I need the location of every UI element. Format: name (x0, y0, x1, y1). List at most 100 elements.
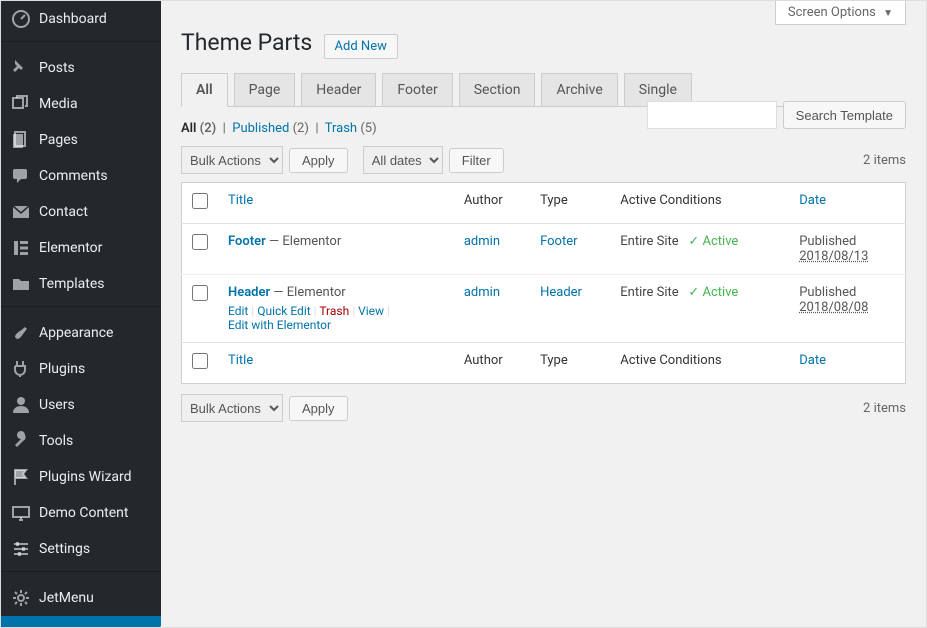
search-input[interactable] (647, 101, 777, 129)
row-checkbox[interactable] (192, 234, 208, 250)
plug-icon (11, 359, 31, 379)
active-badge: Active (688, 234, 738, 249)
sidebar-item-templates[interactable]: Templates (1, 266, 161, 302)
screen-options-button[interactable]: Screen Options ▼ (775, 1, 906, 25)
sidebar-item-pages[interactable]: Pages (1, 122, 161, 158)
filter-button[interactable]: Filter (449, 148, 504, 173)
table-row: Header — ElementorEdit | Quick Edit | Tr… (182, 275, 906, 343)
action-view[interactable]: View (358, 304, 384, 318)
action-trash[interactable]: Trash (319, 304, 349, 318)
select-all-checkbox[interactable] (192, 193, 208, 209)
sidebar-item-jetmenu[interactable]: JetMenu (1, 580, 161, 616)
sidebar-item-contact[interactable]: Contact (1, 194, 161, 230)
view-all[interactable]: All (2) (181, 121, 216, 136)
bulk-actions-select-bottom[interactable]: Bulk Actions (181, 394, 283, 422)
bulk-apply-button[interactable]: Apply (289, 148, 348, 173)
date-filter-select[interactable]: All dates (363, 146, 443, 174)
page-icon (11, 130, 31, 150)
sidebar-item-label: Elementor (39, 240, 102, 256)
tablenav-bottom: Bulk Actions Apply 2 items (181, 394, 906, 422)
row-actions: Edit | Quick Edit | Trash | View | Edit … (228, 304, 444, 332)
row-date: 2018/08/13 (799, 249, 868, 264)
sidebar-item-label: Users (39, 397, 75, 413)
posts-table: Title Author Type Active Conditions Date… (181, 182, 906, 384)
bulk-apply-button-bottom[interactable]: Apply (289, 396, 348, 421)
bulk-actions-select[interactable]: Bulk Actions (181, 146, 283, 174)
row-author-link[interactable]: admin (464, 234, 500, 249)
select-all-checkbox-bottom[interactable] (192, 353, 208, 369)
demo-icon (11, 503, 31, 523)
sidebar-item-demo-content[interactable]: Demo Content (1, 495, 161, 531)
view-published[interactable]: Published (2) (232, 121, 309, 136)
tab-header[interactable]: Header (301, 73, 376, 106)
sidebar-item-label: JetMenu (39, 590, 94, 606)
wrench-icon (11, 431, 31, 451)
sidebar-item-appearance[interactable]: Appearance (1, 315, 161, 351)
sidebar-item-label: Appearance (39, 325, 113, 341)
row-checkbox[interactable] (192, 285, 208, 301)
sidebar-item-label: Posts (39, 60, 75, 76)
sidebar-item-posts[interactable]: Posts (1, 50, 161, 86)
col-title-foot[interactable]: Title (228, 353, 253, 368)
col-date[interactable]: Date (799, 193, 826, 208)
row-title-link[interactable]: Header (228, 285, 270, 300)
sidebar-item-comments[interactable]: Comments (1, 158, 161, 194)
sidebar-item-media[interactable]: Media (1, 86, 161, 122)
action-edit[interactable]: Edit (228, 304, 248, 318)
sliders-icon (11, 539, 31, 559)
col-date-foot[interactable]: Date (799, 353, 826, 368)
add-new-button[interactable]: Add New (324, 34, 398, 59)
dashboard-icon (11, 9, 31, 29)
user-icon (11, 395, 31, 415)
sidebar-item-label: Comments (39, 168, 108, 184)
search-button[interactable]: Search Template (783, 101, 906, 129)
sidebar-item-elementor[interactable]: Elementor (1, 230, 161, 266)
view-trash[interactable]: Trash (5) (325, 121, 377, 136)
mail-icon (11, 202, 31, 222)
caret-down-icon: ▼ (883, 8, 893, 19)
sidebar-item-label: Tools (39, 433, 73, 449)
col-title[interactable]: Title (228, 193, 253, 208)
sidebar-item-crocoblock[interactable]: CrocoBlock (1, 616, 161, 628)
elementor-icon (11, 238, 31, 258)
tab-section[interactable]: Section (459, 73, 536, 106)
admin-sidebar: Dashboard Posts MediaPages Comments Contact E… (1, 1, 161, 627)
sidebar-item-plugins[interactable]: Plugins (1, 351, 161, 387)
action-edit-elementor[interactable]: Edit with Elementor (228, 318, 331, 332)
post-state: — Elementor (269, 234, 341, 249)
sidebar-item-users[interactable]: Users (1, 387, 161, 423)
col-author-foot: Author (454, 343, 530, 384)
brush-icon (11, 323, 31, 343)
comment-icon (11, 166, 31, 186)
tab-archive[interactable]: Archive (541, 73, 617, 106)
items-count: 2 items (863, 153, 906, 168)
tab-all[interactable]: All (181, 73, 228, 107)
row-condition: Entire Site (620, 234, 678, 249)
row-title-link[interactable]: Footer (228, 234, 266, 249)
folder-icon (11, 274, 31, 294)
screen-options-label: Screen Options (788, 5, 876, 20)
sidebar-item-label: Dashboard (39, 11, 107, 27)
tab-page[interactable]: Page (234, 73, 296, 106)
action-quick-edit[interactable]: Quick Edit (257, 304, 310, 318)
items-count-bottom: 2 items (863, 401, 906, 416)
sidebar-item-tools[interactable]: Tools (1, 423, 161, 459)
row-condition: Entire Site (620, 285, 678, 300)
row-type-link[interactable]: Footer (540, 234, 577, 249)
sidebar-item-plugins-wizard[interactable]: Plugins Wizard (1, 459, 161, 495)
sidebar-item-label: Plugins (39, 361, 85, 377)
row-author-link[interactable]: admin (464, 285, 500, 300)
pin-icon (11, 58, 31, 78)
sidebar-item-dashboard[interactable]: Dashboard (1, 1, 161, 37)
table-row: Footer — Elementor admin Footer Entire Site… (182, 224, 906, 275)
row-date-status: Published (799, 285, 856, 300)
gear-icon (11, 588, 31, 608)
tab-footer[interactable]: Footer (382, 73, 452, 106)
col-conditions-foot: Active Conditions (610, 343, 789, 384)
search-box: Search Template (647, 101, 906, 129)
sidebar-item-settings[interactable]: Settings (1, 531, 161, 567)
row-type-link[interactable]: Header (540, 285, 582, 300)
active-badge: Active (688, 285, 738, 300)
col-type: Type (530, 183, 610, 224)
main-content: Screen Options ▼ Theme Parts Add New All… (161, 1, 926, 627)
